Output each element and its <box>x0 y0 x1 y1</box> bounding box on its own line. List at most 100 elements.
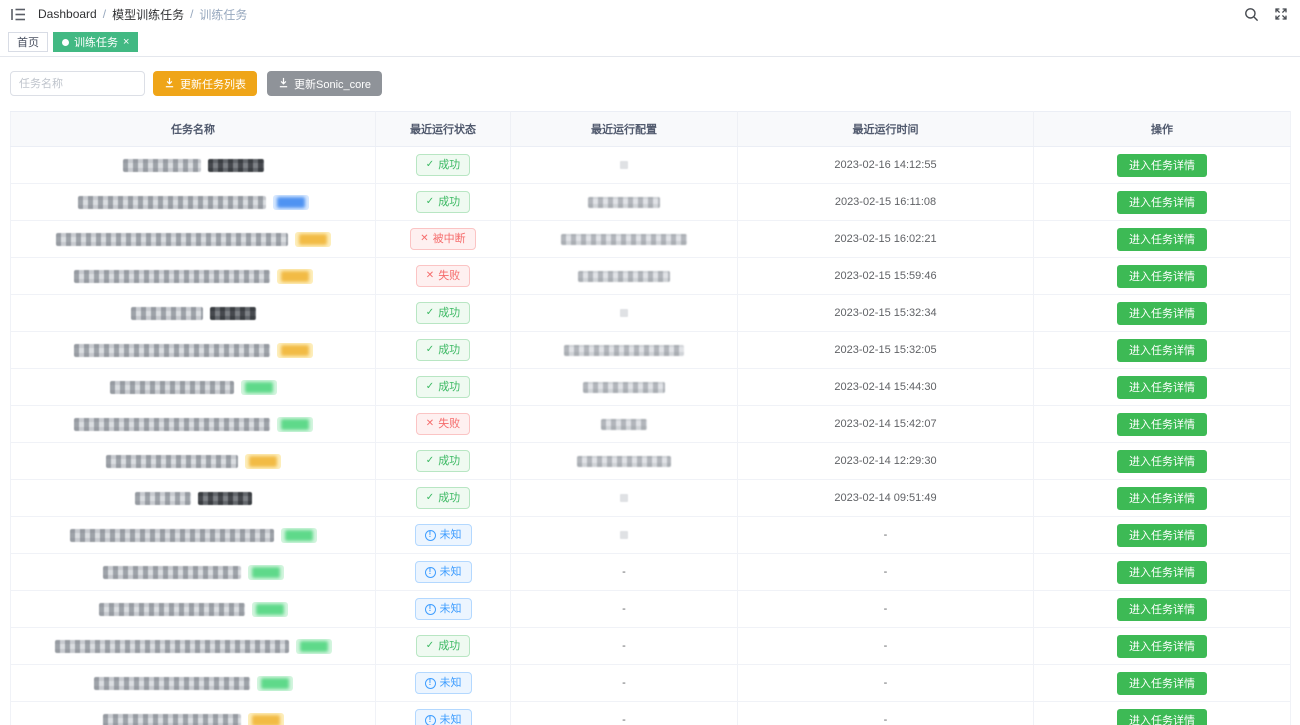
enter-task-detail-button[interactable]: 进入任务详情 <box>1117 302 1207 325</box>
enter-task-detail-button[interactable]: 进入任务详情 <box>1117 228 1207 251</box>
blurred-task-name <box>103 566 241 579</box>
config-cell <box>511 258 738 295</box>
breadcrumb-item-current: 训练任务 <box>199 6 247 23</box>
enter-task-detail-button[interactable]: 进入任务详情 <box>1117 413 1207 436</box>
table-row: !未知--进入任务详情 <box>11 591 1291 628</box>
action-cell: 进入任务详情 <box>1034 591 1291 628</box>
task-name-cell <box>11 295 376 332</box>
filter-toolbar: 更新任务列表 更新Sonic_core <box>10 71 1290 96</box>
tab-home[interactable]: 首页 <box>8 32 48 52</box>
blurred-config-name <box>578 271 670 282</box>
enter-task-detail-button[interactable]: 进入任务详情 <box>1117 709 1207 725</box>
column-header-run-time: 最近运行时间 <box>738 112 1034 147</box>
run-time-text: 2023-02-14 12:29:30 <box>834 455 936 467</box>
sidebar-toggle-icon[interactable] <box>10 6 26 22</box>
enter-task-detail-button[interactable]: 进入任务详情 <box>1117 265 1207 288</box>
task-tag-pill <box>241 380 277 395</box>
task-name-input[interactable] <box>10 71 145 96</box>
config-cell <box>511 480 738 517</box>
enter-task-detail-button[interactable]: 进入任务详情 <box>1117 635 1207 658</box>
task-tag-pill <box>281 528 317 543</box>
enter-task-detail-button[interactable]: 进入任务详情 <box>1117 376 1207 399</box>
enter-task-detail-button[interactable]: 进入任务详情 <box>1117 339 1207 362</box>
breadcrumb-item-dashboard[interactable]: Dashboard <box>38 7 97 21</box>
config-cell <box>511 332 738 369</box>
status-cell: ✓成功 <box>376 147 511 184</box>
config-cell <box>511 369 738 406</box>
status-badge: ✓成功 <box>416 154 470 176</box>
table-row: !未知--进入任务详情 <box>11 702 1291 725</box>
enter-task-detail-button[interactable]: 进入任务详情 <box>1117 561 1207 584</box>
info-circle-icon: ! <box>425 530 436 541</box>
enter-task-detail-button[interactable]: 进入任务详情 <box>1117 598 1207 621</box>
config-cell <box>511 295 738 332</box>
table-row: ✕失败2023-02-14 15:42:07进入任务详情 <box>11 406 1291 443</box>
blurred-config-name <box>561 234 687 245</box>
blurred-config-dot <box>620 161 628 169</box>
table-row: !未知--进入任务详情 <box>11 554 1291 591</box>
task-name-cell <box>11 517 376 554</box>
status-label: 未知 <box>440 530 462 541</box>
fullscreen-icon[interactable] <box>1273 7 1288 22</box>
blurred-config-name <box>588 197 660 208</box>
update-sonic-core-label: 更新Sonic_core <box>294 76 371 92</box>
status-badge: !未知 <box>415 709 472 725</box>
status-cell: ! 未知 <box>376 517 511 554</box>
blurred-task-name <box>99 603 245 616</box>
task-name-cell <box>11 665 376 702</box>
action-cell: 进入任务详情 <box>1034 517 1291 554</box>
run-time-text: 2023-02-15 16:11:08 <box>835 196 936 208</box>
blurred-task-name <box>131 307 203 320</box>
enter-task-detail-button[interactable]: 进入任务详情 <box>1117 524 1207 547</box>
task-tag-pill <box>296 639 332 654</box>
table-body: ✓成功2023-02-16 14:12:55进入任务详情✓成功2023-02-1… <box>11 147 1291 725</box>
status-label: 成功 <box>438 641 460 652</box>
update-sonic-core-button[interactable]: 更新Sonic_core <box>267 71 382 96</box>
status-label: 被中断 <box>433 234 466 245</box>
column-header-actions: 操作 <box>1034 112 1291 147</box>
update-task-list-button[interactable]: 更新任务列表 <box>153 71 257 96</box>
enter-task-detail-button[interactable]: 进入任务详情 <box>1117 672 1207 695</box>
table-row: ✕失败2023-02-15 15:59:46进入任务详情 <box>11 258 1291 295</box>
blurred-config-dot <box>620 531 628 539</box>
task-name-cell <box>11 147 376 184</box>
enter-task-detail-button[interactable]: 进入任务详情 <box>1117 450 1207 473</box>
task-name-cell <box>11 554 376 591</box>
enter-task-detail-button[interactable]: 进入任务详情 <box>1117 154 1207 177</box>
task-name-cell <box>11 332 376 369</box>
empty-config-dash: - <box>622 714 626 725</box>
status-badge: ✓成功 <box>416 302 470 324</box>
blurred-task-name <box>94 677 250 690</box>
breadcrumb-separator: / <box>190 7 193 21</box>
status-label: 失败 <box>438 419 460 430</box>
action-cell: 进入任务详情 <box>1034 702 1291 725</box>
config-cell: - <box>511 628 738 665</box>
status-cell: !未知 <box>376 591 511 628</box>
enter-task-detail-button[interactable]: 进入任务详情 <box>1117 487 1207 510</box>
blurred-task-name <box>208 159 264 172</box>
task-name-cell <box>11 591 376 628</box>
task-name-cell <box>11 702 376 725</box>
action-cell: 进入任务详情 <box>1034 332 1291 369</box>
table-row: ✓成功2023-02-14 09:51:49进入任务详情 <box>11 480 1291 517</box>
search-icon[interactable] <box>1244 7 1259 22</box>
blurred-config-dot <box>620 494 628 502</box>
action-cell: 进入任务详情 <box>1034 258 1291 295</box>
config-cell <box>511 147 738 184</box>
task-name-cell <box>11 258 376 295</box>
status-label: 未知 <box>440 604 462 615</box>
empty-config-dash: - <box>622 566 626 578</box>
blurred-task-name <box>198 492 252 505</box>
action-cell: 进入任务详情 <box>1034 406 1291 443</box>
action-cell: 进入任务详情 <box>1034 184 1291 221</box>
status-cell: ✓成功 <box>376 628 511 665</box>
tab-training-tasks[interactable]: 训练任务 × <box>53 32 138 52</box>
run-time-text: - <box>884 603 888 615</box>
breadcrumb: Dashboard / 模型训练任务 / 训练任务 <box>38 6 247 23</box>
enter-task-detail-button[interactable]: 进入任务详情 <box>1117 191 1207 214</box>
run-time-text: 2023-02-15 15:59:46 <box>834 270 936 282</box>
breadcrumb-item-model-training[interactable]: 模型训练任务 <box>112 6 184 23</box>
task-name-cell <box>11 184 376 221</box>
tab-close-icon[interactable]: × <box>123 37 129 48</box>
table-header-row: 任务名称 最近运行状态 最近运行配置 最近运行时间 操作 <box>11 112 1291 147</box>
